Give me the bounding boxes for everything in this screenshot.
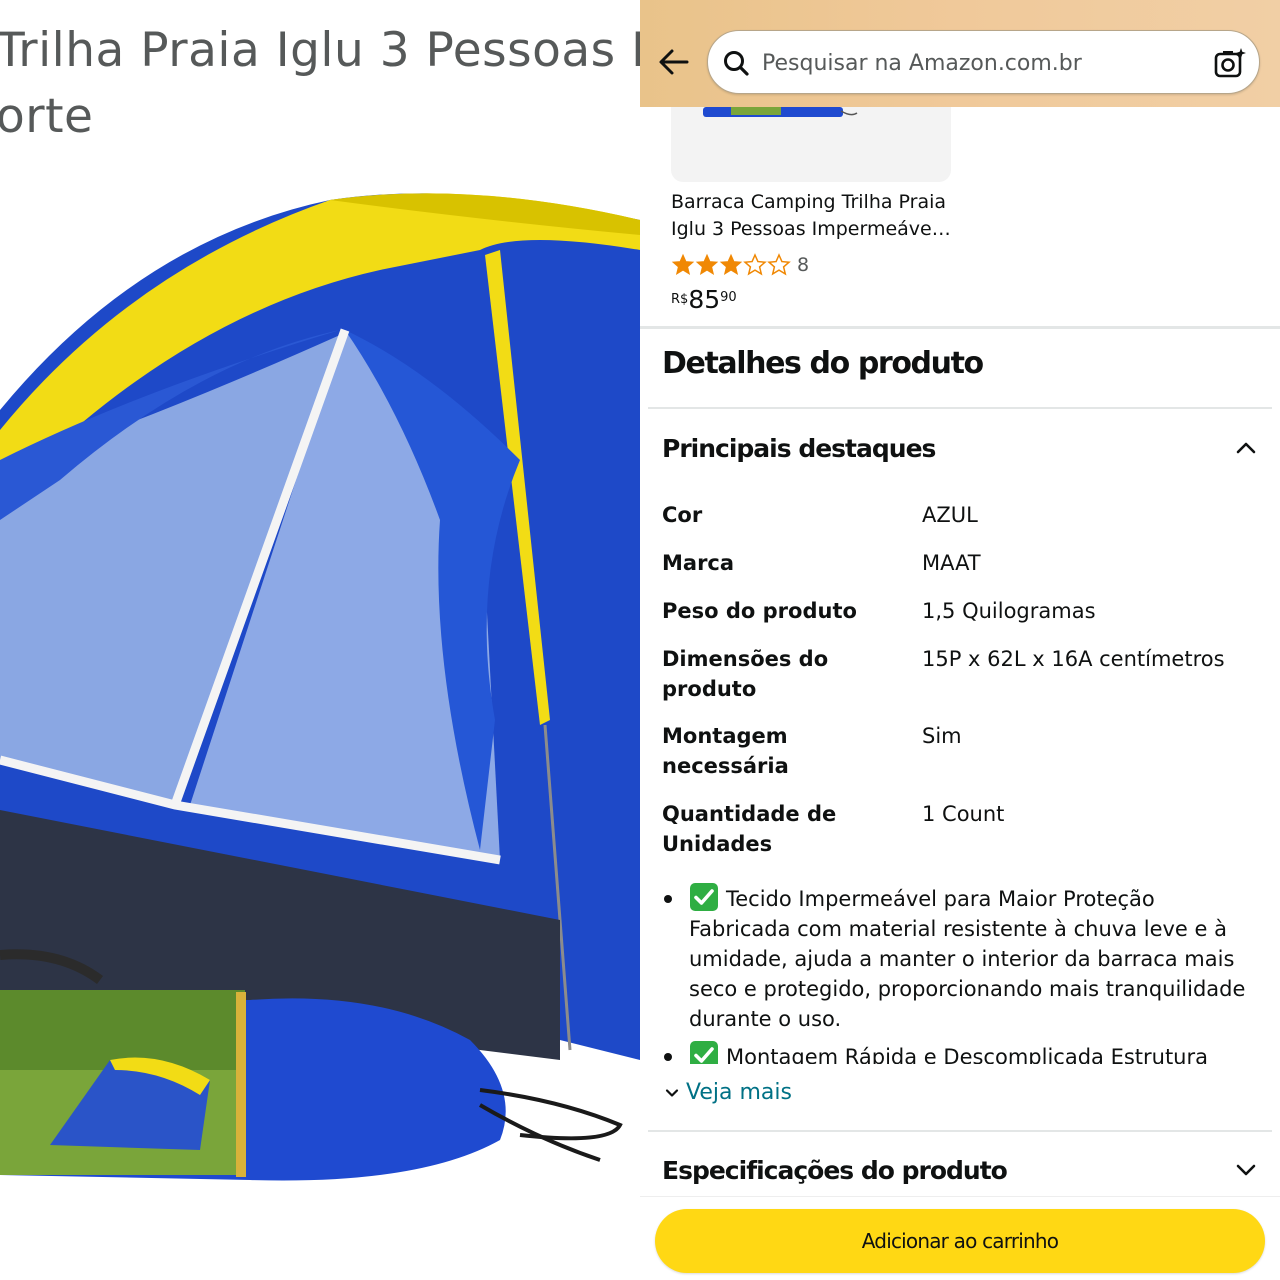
star-filled-icon (719, 253, 743, 275)
price-fraction: 90 (720, 290, 737, 305)
spec-key: Dimensões do produto (662, 647, 829, 701)
product-specs-heading[interactable]: Especificações do produto (662, 1156, 1008, 1185)
product-price: R$ 85 90 (671, 285, 737, 315)
star-empty-icon (767, 253, 791, 276)
spec-value: Sim (922, 724, 962, 748)
spec-value: 15P x 62L x 16A centímetros (922, 647, 1225, 671)
search-input[interactable] (762, 45, 1182, 81)
check-mark-button-icon (690, 1041, 718, 1064)
product-title-large: Trilha Praia Iglu 3 Pessoas Ir orte (0, 23, 640, 144)
spec-value: 1,5 Quilogramas (922, 599, 1096, 623)
search-icon (724, 51, 749, 76)
search-bar[interactable] (707, 30, 1260, 94)
list-item: Montagem Rápida e Descomplicada Estrutur… (662, 1040, 1262, 1064)
star-empty-icon (743, 253, 767, 276)
chevron-down-icon (665, 1088, 679, 1097)
check-mark-button-icon (690, 883, 718, 911)
spec-key: Montagem necessária (662, 724, 789, 778)
product-rating[interactable]: 8 (671, 252, 809, 278)
tent-product-image (0, 193, 640, 1181)
product-page-panel: Barraca Camping Trilha Praia Iglu 3 Pess… (640, 0, 1280, 1280)
list-item: Tecido Impermeável para Maior Proteção F… (662, 882, 1262, 1034)
chevron-down-icon[interactable] (1234, 1158, 1258, 1182)
spec-value: 1 Count (922, 802, 1005, 826)
add-to-cart-button[interactable]: Adicionar ao carrinho (655, 1209, 1265, 1273)
spec-key: Peso do produto (662, 599, 857, 623)
see-more-label: Veja mais (686, 1080, 792, 1105)
product-image-panel: Trilha Praia Iglu 3 Pessoas Ir orte (0, 0, 640, 1280)
feature-bullets: Tecido Impermeável para Maior Proteção F… (662, 882, 1262, 1064)
back-arrow-icon[interactable] (654, 42, 694, 82)
chevron-up-icon[interactable] (1234, 436, 1258, 460)
product-card[interactable]: Barraca Camping Trilha Praia Iglu 3 Pess… (671, 107, 961, 327)
bullet-dot (664, 895, 672, 903)
price-currency: R$ (671, 292, 689, 307)
bullet-text: Tecido Impermeável para Maior Proteção F… (689, 887, 1246, 1031)
spec-value: AZUL (922, 503, 978, 527)
highlights-heading[interactable]: Principais destaques (662, 434, 936, 463)
spec-key: Cor (662, 503, 703, 527)
spec-value: MAAT (922, 551, 981, 575)
price-whole: 85 (688, 285, 721, 314)
product-details-heading: Detalhes do produto (662, 346, 984, 381)
search-header (640, 0, 1280, 107)
product-thumbnail[interactable] (671, 107, 951, 182)
bullet-text: Montagem Rápida e Descomplicada Estrutur… (726, 1045, 1208, 1064)
spec-key: Quantidade de Unidades (662, 802, 837, 856)
star-filled-icon (695, 253, 719, 275)
spec-key: Marca (662, 551, 735, 575)
section-divider (640, 326, 1280, 329)
bottom-action-bar: Adicionar ao carrinho (640, 1196, 1280, 1280)
see-more-link[interactable]: Veja mais (664, 1080, 792, 1105)
product-card-title[interactable]: Barraca Camping Trilha Praia Iglu 3 Pess… (671, 189, 961, 243)
rating-count: 8 (797, 254, 810, 276)
star-filled-icon (671, 253, 695, 275)
section-divider (648, 1130, 1272, 1132)
camera-search-icon[interactable] (1212, 45, 1248, 81)
tent-bag-thumbnail-image (703, 107, 858, 117)
bullet-dot (664, 1053, 672, 1061)
section-divider (648, 407, 1272, 409)
